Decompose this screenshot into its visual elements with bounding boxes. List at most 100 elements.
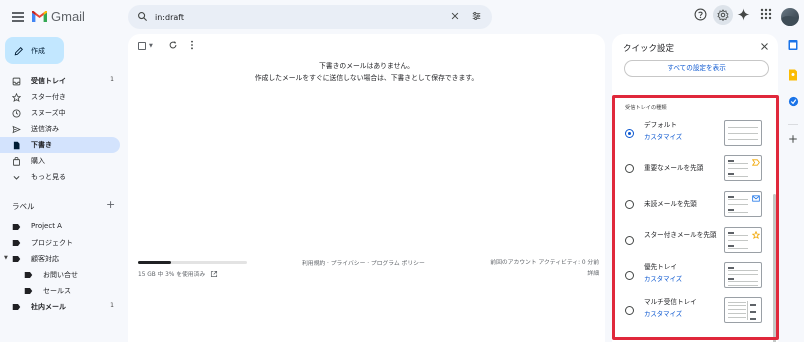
google-apps-icon[interactable] xyxy=(760,8,772,20)
label-item-0[interactable]: Project A xyxy=(0,219,120,235)
top-bar: Gmail xyxy=(0,0,804,34)
activity-details-link[interactable]: 詳細 xyxy=(490,269,599,280)
main-menu-icon[interactable] xyxy=(12,12,24,22)
storage-usage-fill xyxy=(138,261,171,264)
label-name: セールス xyxy=(43,287,71,295)
label-icon xyxy=(12,303,21,312)
sidebar-item-1[interactable]: スター付き xyxy=(0,89,120,105)
account-activity: 前回のアカウント アクティビティ: 0 分前 詳細 xyxy=(490,258,599,280)
add-addon-icon[interactable] xyxy=(788,134,798,144)
label-icon xyxy=(12,239,21,248)
search-bar[interactable] xyxy=(128,5,492,29)
customize-link[interactable]: カスタマイズ xyxy=(644,274,682,283)
send-icon xyxy=(12,125,21,134)
inbox-type-radio[interactable] xyxy=(625,200,634,209)
tasks-icon[interactable] xyxy=(788,96,799,107)
label-icon xyxy=(12,223,21,232)
clear-search-icon[interactable] xyxy=(450,11,460,21)
see-all-settings-button[interactable]: すべての設定を表示 xyxy=(624,60,769,77)
sidebar-item-0[interactable]: 受信トレイ 1 xyxy=(0,73,120,89)
sidebar-item-label: 購入 xyxy=(31,157,45,165)
label-name: Project A xyxy=(31,222,62,230)
inbox-type-option-3[interactable]: スター付きメールを先頭 xyxy=(622,227,768,255)
label-unread-count: 1 xyxy=(110,302,114,309)
calendar-icon[interactable] xyxy=(788,39,798,51)
customize-link[interactable]: カスタマイズ xyxy=(644,309,682,318)
customize-link[interactable]: カスタマイズ xyxy=(644,132,682,141)
sidebar-item-label: スター付き xyxy=(31,93,66,101)
label-collapse-caret-icon[interactable]: ▼ xyxy=(4,255,8,261)
more-options-icon[interactable] xyxy=(190,40,194,50)
sidebar-item-4[interactable]: 下書き xyxy=(0,137,120,153)
label-name: お問い合せ xyxy=(43,271,78,279)
inbox-type-radio[interactable] xyxy=(625,306,634,315)
open-external-icon[interactable] xyxy=(210,270,218,278)
label-name: プロジェクト xyxy=(31,239,73,247)
last-activity-text: 前回のアカウント アクティビティ: 0 分前 xyxy=(490,260,599,266)
inbox-type-preview xyxy=(724,191,762,217)
search-icon[interactable] xyxy=(137,11,148,22)
select-all-checkbox[interactable] xyxy=(138,42,146,50)
envelope-icon xyxy=(752,195,760,202)
inbox-type-name: スター付きメールを先頭 xyxy=(644,231,717,239)
account-avatar[interactable] xyxy=(781,8,799,26)
inbox-type-radio[interactable] xyxy=(625,236,634,245)
inbox-type-name: デフォルト xyxy=(644,121,677,129)
compose-button[interactable]: 作成 xyxy=(5,37,64,64)
label-item-4[interactable]: セールス xyxy=(0,283,120,299)
sidebar-item-label: 送信済み xyxy=(31,125,59,133)
app-name: Gmail xyxy=(51,9,85,24)
search-options-icon[interactable] xyxy=(471,11,482,21)
gemini-sparkle-icon[interactable] xyxy=(737,8,750,21)
search-input[interactable] xyxy=(155,8,445,26)
storage-usage-text[interactable]: 15 GB 中 3% を使用済み xyxy=(138,269,218,278)
label-item-2[interactable]: ▼ 顧客対応 xyxy=(0,251,120,267)
inbox-type-name: 重要なメールを先頭 xyxy=(644,164,704,172)
labels-heading: ラベル xyxy=(12,202,35,211)
help-icon[interactable] xyxy=(694,8,707,21)
label-icon xyxy=(12,255,21,264)
inbox-type-preview xyxy=(724,262,762,288)
refresh-icon[interactable] xyxy=(168,40,178,50)
gmail-m-icon xyxy=(32,11,47,22)
label-item-1[interactable]: プロジェクト xyxy=(0,235,120,251)
inbox-type-name: マルチ受信トレイ xyxy=(644,298,697,306)
message-list-panel: ▼ 下書きのメールはありません。 作成したメールをすぐに送信しない場合は、下書き… xyxy=(128,34,605,342)
label-item-3[interactable]: お問い合せ xyxy=(0,267,120,283)
empty-drafts-title: 下書きのメールはありません。 xyxy=(319,62,414,70)
inbox-type-option-0[interactable]: デフォルトカスタマイズ xyxy=(622,120,768,148)
empty-drafts-body: 作成したメールをすぐに送信しない場合は、下書きとして保存できます。 xyxy=(254,74,479,82)
inbox-type-option-2[interactable]: 未読メールを先頭 xyxy=(622,191,768,219)
label-name: 顧客対応 xyxy=(31,255,59,263)
inbox-type-preview xyxy=(724,155,762,181)
inbox-type-radio[interactable] xyxy=(625,129,634,138)
sidebar-item-5[interactable]: 購入 xyxy=(0,153,120,169)
sidebar-item-3[interactable]: 送信済み xyxy=(0,121,120,137)
sidebar-item-2[interactable]: スヌーズ中 xyxy=(0,105,120,121)
bag-icon xyxy=(12,157,21,166)
side-panel-strip xyxy=(781,34,804,342)
clock-icon xyxy=(12,109,21,118)
inbox-type-preview xyxy=(724,120,762,146)
sidebar-item-6[interactable]: もっと見る xyxy=(0,169,120,185)
settings-button[interactable] xyxy=(713,5,733,25)
quick-settings-title: クイック設定 xyxy=(623,44,675,54)
inbox-type-radio[interactable] xyxy=(625,164,634,173)
inbox-type-preview xyxy=(724,297,762,323)
gmail-logo[interactable]: Gmail xyxy=(32,9,85,24)
footer-policy-links[interactable]: 利用規約 · プライバシー · プログラム ポリシー xyxy=(302,258,425,267)
label-item-5[interactable]: 社内メール 1 xyxy=(0,299,120,315)
draft-icon xyxy=(12,141,21,150)
compose-label: 作成 xyxy=(31,46,45,55)
select-menu-caret-icon[interactable]: ▼ xyxy=(149,43,153,49)
add-label-icon[interactable]: + xyxy=(106,198,115,211)
inbox-type-option-4[interactable]: 優先トレイ カスタマイズ xyxy=(622,262,768,290)
inbox-type-radio[interactable] xyxy=(625,271,634,280)
inbox-type-option-1[interactable]: 重要なメールを先頭 xyxy=(622,155,768,183)
inbox-type-option-5[interactable]: マルチ受信トレイ カスタマイズ xyxy=(622,297,768,325)
inbox-type-name: 未読メールを先頭 xyxy=(644,200,697,208)
close-icon[interactable] xyxy=(760,42,769,51)
sidebar-item-label: 受信トレイ xyxy=(31,77,66,85)
inbox-type-heading: 受信トレイの種類 xyxy=(625,105,667,111)
keep-icon[interactable] xyxy=(788,69,798,81)
